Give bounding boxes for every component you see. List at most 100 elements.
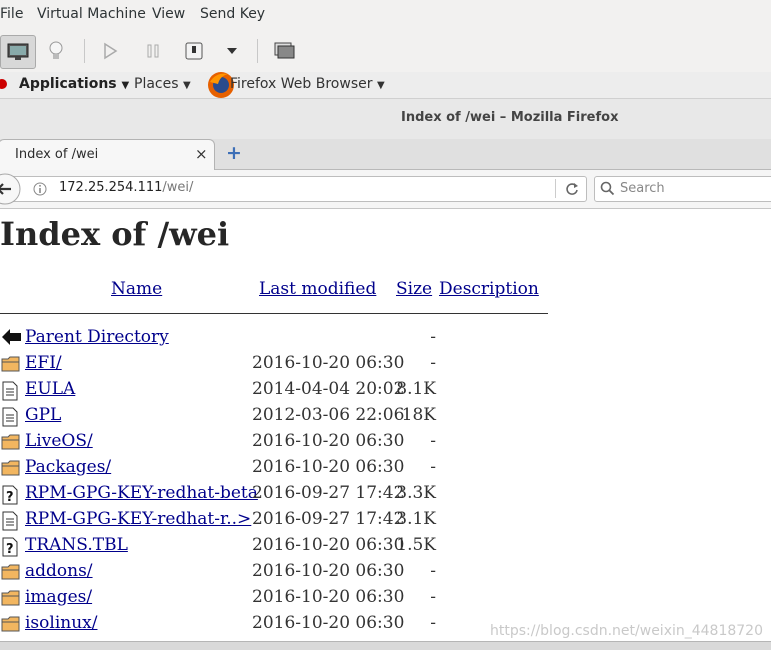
svg-text:?: ? — [6, 490, 14, 505]
redhat-logo-icon — [0, 79, 7, 89]
folder-icon — [1, 459, 21, 479]
url-divider — [555, 179, 556, 198]
column-header-last-modified[interactable]: Last modified — [259, 279, 376, 299]
vm-menubar: File Virtual Machine View Send Key — [0, 0, 771, 30]
menu-view[interactable]: View — [152, 6, 185, 22]
play-icon — [104, 42, 118, 60]
firefox-titlebar: Index of /wei – Mozilla Firefox — [0, 99, 771, 139]
unknown-file-icon: ? — [1, 537, 21, 557]
back-button-icon[interactable] — [0, 173, 22, 207]
places-menu[interactable]: Places ▼ — [134, 76, 191, 92]
navigation-bar: 172.25.254.111/wei/ Search — [0, 170, 771, 209]
text-file-icon — [1, 381, 21, 401]
screens-icon — [274, 42, 295, 59]
chevron-down-icon — [227, 48, 237, 54]
tab-title: Index of /wei — [15, 147, 99, 162]
file-modified: 2016-10-20 06:30 — [252, 431, 405, 451]
app-name-label: Firefox Web Browser — [230, 76, 373, 92]
gnome-top-bar: Applications ▼ Places ▼ Firefox Web Brow… — [0, 72, 771, 99]
file-link[interactable]: EULA — [25, 379, 75, 399]
file-size: - — [430, 353, 436, 373]
new-tab-icon[interactable]: + — [226, 142, 242, 164]
shutdown-menu-button[interactable] — [218, 35, 246, 67]
toolbar-separator — [84, 39, 85, 63]
file-link[interactable]: Packages/ — [25, 457, 111, 477]
monitor-icon — [7, 43, 29, 60]
info-icon[interactable] — [33, 182, 47, 196]
file-size: - — [430, 587, 436, 607]
run-button[interactable] — [94, 35, 126, 67]
places-label: Places — [134, 76, 179, 92]
file-link[interactable]: TRANS.TBL — [25, 535, 128, 555]
chevron-down-icon: ▼ — [121, 80, 130, 91]
file-modified: 2016-09-27 17:42 — [252, 483, 405, 503]
search-icon — [600, 181, 615, 196]
file-link[interactable]: LiveOS/ — [25, 431, 93, 451]
reload-icon[interactable] — [564, 181, 580, 197]
file-modified: 2012-03-06 22:06 — [252, 405, 405, 425]
file-modified: 2014-04-04 20:02 — [252, 379, 405, 399]
search-bar[interactable]: Search — [594, 176, 771, 202]
file-link[interactable]: EFI/ — [25, 353, 62, 373]
table-row: addons/2016-10-20 06:30 - — [0, 560, 560, 586]
tab-index-wei[interactable]: Index of /wei × — [0, 139, 215, 170]
tab-strip: Index of /wei × + — [0, 139, 771, 170]
applications-label: Applications — [19, 76, 117, 92]
file-link[interactable]: addons/ — [25, 561, 93, 581]
table-row: ? RPM-GPG-KEY-redhat-beta 2016-09-27 17:42… — [0, 482, 560, 508]
file-size: 1.5K — [396, 535, 436, 555]
file-modified: 2016-10-20 06:30 — [252, 457, 405, 477]
url-bar[interactable]: 172.25.254.111/wei/ — [0, 173, 587, 205]
file-size: - — [430, 327, 436, 347]
file-size: - — [430, 457, 436, 477]
window-title: Index of /wei – Mozilla Firefox — [401, 110, 619, 125]
svg-text:?: ? — [6, 542, 14, 557]
menu-send-key[interactable]: Send Key — [200, 6, 265, 22]
column-header-description[interactable]: Description — [439, 279, 539, 299]
back-icon — [1, 329, 21, 349]
file-link[interactable]: Parent Directory — [25, 327, 169, 347]
table-row: isolinux/2016-10-20 06:30 - — [0, 612, 560, 638]
details-button[interactable] — [40, 35, 72, 67]
menu-file[interactable]: File — [0, 6, 23, 22]
file-size: - — [430, 431, 436, 451]
shutdown-button[interactable] — [178, 35, 210, 67]
fullscreen-button[interactable] — [268, 35, 300, 67]
folder-icon — [1, 355, 21, 375]
text-file-icon — [1, 407, 21, 427]
column-header-name[interactable]: Name — [111, 279, 162, 299]
file-link[interactable]: isolinux/ — [25, 613, 97, 633]
file-link[interactable]: RPM-GPG-KEY-redhat-r..> — [25, 509, 251, 529]
power-icon — [185, 42, 203, 60]
lightbulb-icon — [49, 41, 63, 59]
vm-toolbar — [0, 30, 771, 73]
table-row: EULA 2014-04-04 20:02 8.1K — [0, 378, 560, 404]
file-link[interactable]: GPL — [25, 405, 61, 425]
url-path: /wei/ — [162, 180, 194, 195]
url-host: 172.25.254.111 — [59, 180, 163, 195]
table-row: EFI/2016-10-20 06:30 - — [0, 352, 560, 378]
column-header-size[interactable]: Size — [396, 279, 432, 299]
file-link[interactable]: images/ — [25, 587, 92, 607]
table-row: images/2016-10-20 06:30 - — [0, 586, 560, 612]
table-row: LiveOS/2016-10-20 06:30 - — [0, 430, 560, 456]
file-modified: 2016-10-20 06:30 — [252, 613, 405, 633]
table-row: Packages/2016-10-20 06:30 - — [0, 456, 560, 482]
file-size: - — [430, 561, 436, 581]
pause-button[interactable] — [137, 35, 169, 67]
table-row: RPM-GPG-KEY-redhat-r..> 2016-09-27 17:42 3… — [0, 508, 560, 534]
console-view-button[interactable] — [0, 35, 36, 69]
close-tab-icon[interactable]: × — [195, 145, 208, 163]
app-menu[interactable]: Firefox Web Browser ▼ — [230, 76, 385, 92]
file-modified: 2016-10-20 06:30 — [252, 535, 405, 555]
folder-icon — [1, 433, 21, 453]
header-rule — [0, 313, 548, 314]
applications-menu[interactable]: Applications ▼ — [19, 76, 129, 92]
toolbar-separator — [257, 39, 258, 63]
file-modified: 2016-10-20 06:30 — [252, 561, 405, 581]
chevron-down-icon: ▼ — [182, 80, 191, 91]
folder-icon — [1, 563, 21, 583]
menu-virtual-machine[interactable]: Virtual Machine — [37, 6, 146, 22]
file-link[interactable]: RPM-GPG-KEY-redhat-beta — [25, 483, 258, 503]
file-modified: 2016-09-27 17:42 — [252, 509, 405, 529]
